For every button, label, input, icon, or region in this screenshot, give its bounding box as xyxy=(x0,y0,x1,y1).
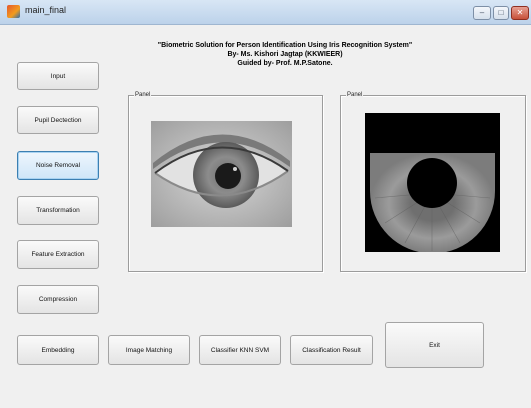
feature-extraction-button[interactable]: Feature Extraction xyxy=(17,240,99,269)
input-button[interactable]: Input xyxy=(17,62,99,90)
image-matching-button[interactable]: Image Matching xyxy=(108,335,190,365)
classifier-knn-svm-button[interactable]: Classifier KNN SVM xyxy=(199,335,281,365)
classification-result-button[interactable]: Classification Result xyxy=(290,335,373,365)
minimize-button[interactable]: – xyxy=(473,6,491,20)
exit-button[interactable]: Exit xyxy=(385,322,484,368)
noise-removal-button[interactable]: Noise Removal xyxy=(17,151,99,180)
eye-image xyxy=(151,121,292,227)
transformation-button[interactable]: Transformation xyxy=(17,196,99,225)
output-image-panel: Panel xyxy=(340,91,526,272)
input-image-panel: Panel xyxy=(128,91,323,272)
compression-button[interactable]: Compression xyxy=(17,285,99,314)
close-button[interactable]: ✕ xyxy=(511,6,529,20)
heading-author: By- Ms. Kishori Jagtap (KKWIEER) xyxy=(227,51,343,58)
heading-guide: Guided by- Prof. M.P.Satone. xyxy=(237,60,333,67)
pupil-detection-button[interactable]: Pupil Dectection xyxy=(17,106,99,134)
noise-removed-iris-image xyxy=(365,113,500,252)
panel-title: Panel xyxy=(134,91,152,99)
window-title: main_final xyxy=(25,5,67,15)
panel-title: Panel xyxy=(346,91,364,99)
heading-title: "Biometric Solution for Person Identific… xyxy=(157,42,413,49)
page-heading: "Biometric Solution for Person Identific… xyxy=(120,41,450,68)
matlab-app-icon xyxy=(7,5,20,18)
embedding-button[interactable]: Embedding xyxy=(17,335,99,365)
window-titlebar: main_final – □ ✕ xyxy=(0,0,531,25)
maximize-button[interactable]: □ xyxy=(493,6,509,20)
